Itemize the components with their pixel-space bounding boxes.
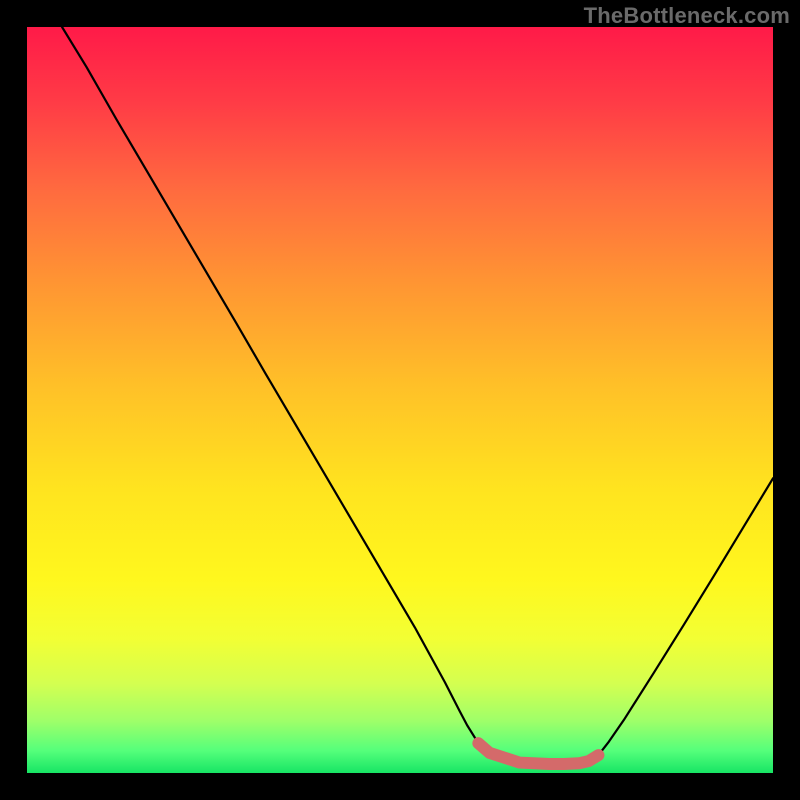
chart-svg bbox=[27, 27, 773, 773]
watermark-text: TheBottleneck.com bbox=[584, 3, 790, 29]
optimal-range-marker bbox=[478, 743, 598, 764]
bottleneck-curve bbox=[62, 27, 773, 764]
chart-frame: TheBottleneck.com bbox=[0, 0, 800, 800]
plot-area bbox=[27, 27, 773, 773]
